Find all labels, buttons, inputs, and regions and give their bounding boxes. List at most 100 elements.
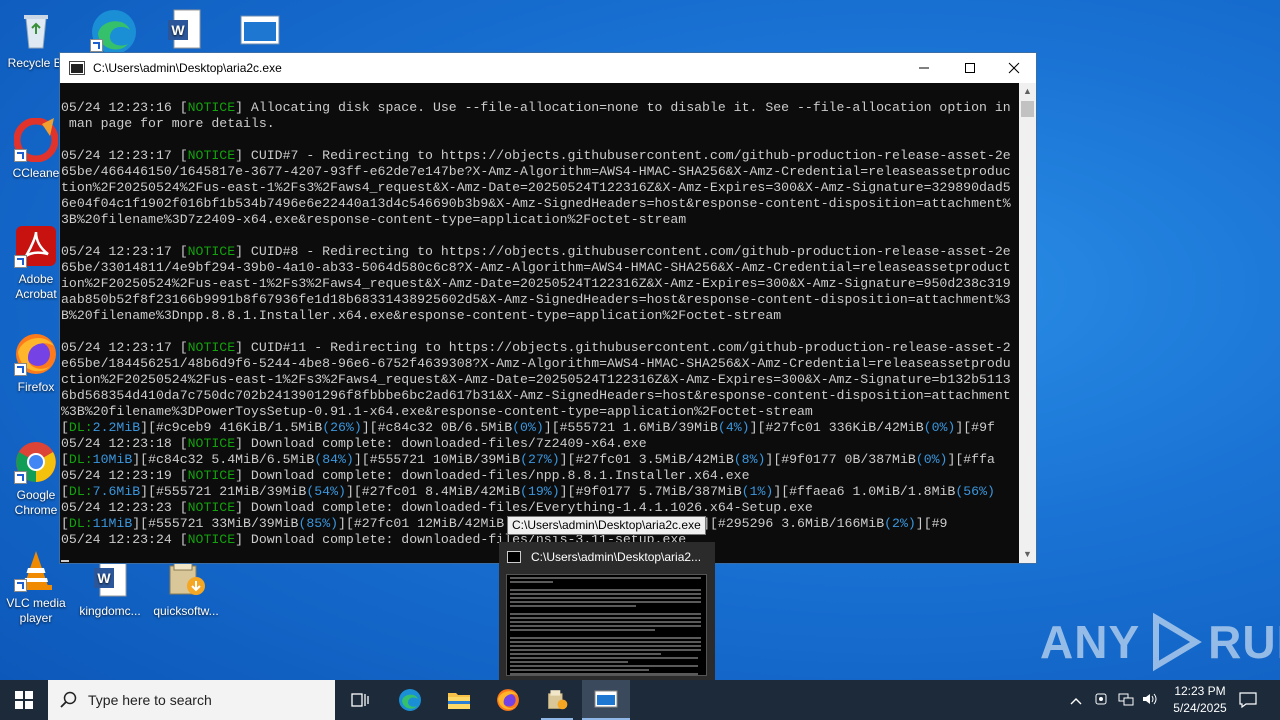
console-text-segment: [ xyxy=(61,516,69,531)
console-text-segment: ][#555721 33MiB/39MiB xyxy=(132,516,299,531)
close-button[interactable] xyxy=(991,53,1037,83)
console-text-segment: (1%) xyxy=(741,484,774,499)
thumbnail-line xyxy=(510,649,702,651)
console-text-segment: #c84c32 0B/6.5MiB xyxy=(377,420,513,435)
taskbar-search-box[interactable]: Type here to search xyxy=(48,680,335,720)
minimize-button[interactable] xyxy=(901,53,947,83)
thumbnail-line xyxy=(510,617,702,619)
taskbar-installer-app[interactable] xyxy=(533,680,581,720)
thumbnail-line xyxy=(510,621,702,623)
console-text-segment: (0%) xyxy=(915,452,948,467)
show-hidden-icons-icon[interactable] xyxy=(1070,693,1086,708)
svg-text:W: W xyxy=(97,570,111,586)
console-text-segment: ][#27fc01 12MiB/42MiB xyxy=(338,516,505,531)
console-line: e65be/184456251/48b6d9f6-5244-4be8-96e6-… xyxy=(61,356,1019,372)
console-text-segment: 3B%20filename%3D7z2409-x64.exe&response-… xyxy=(61,212,687,227)
console-line: 05/24 12:23:17 [NOTICE] CUID#8 - Redirec… xyxy=(61,244,1019,260)
console-line: 05/24 12:23:18 [NOTICE] Download complet… xyxy=(61,436,1019,452)
console-text-segment: 7.6MiB xyxy=(92,484,141,499)
network-icon[interactable] xyxy=(1118,692,1140,709)
console-app-icon xyxy=(69,61,85,75)
desktop-icon-edge[interactable] xyxy=(76,8,148,56)
desktop-icon-quicksoftw[interactable]: quicksoftw... xyxy=(150,556,222,619)
thumbnail-line xyxy=(510,581,553,583)
scroll-down-icon[interactable]: ▼ xyxy=(1019,546,1036,563)
taskbar-file-explorer[interactable] xyxy=(435,680,483,720)
maximize-button[interactable] xyxy=(947,53,993,83)
console-text-segment: 05/24 12:23:17 [ xyxy=(61,244,188,259)
console-text-segment: DL: xyxy=(68,420,93,435)
desktop-icon-word-doc[interactable]: W xyxy=(148,8,220,56)
console-output[interactable]: 05/24 12:23:16 [NOTICE] Allocating disk … xyxy=(60,83,1019,563)
console-text-segment: tion%2F20250524%2Fus-east-1%2Fs3%2Faws4_… xyxy=(61,180,1011,195)
maximize-icon xyxy=(965,63,975,73)
console-text-segment: 10MiB xyxy=(92,452,133,467)
console-window[interactable]: C:\Users\admin\Desktop\aria2c.exe 05/24 … xyxy=(59,52,1037,564)
anyrun-watermark: ANY RUN xyxy=(1040,612,1280,672)
console-line: 05/24 12:23:19 [NOTICE] Download complet… xyxy=(61,468,1019,484)
taskbar-thumbnail-preview[interactable]: C:\Users\admin\Desktop\aria2... xyxy=(499,542,715,680)
console-text-segment: 05/24 12:23:19 [ xyxy=(61,468,188,483)
console-text-segment: ] Download complete: downloaded-files/Ev… xyxy=(235,500,813,515)
console-text-segment: (54%) xyxy=(306,484,346,499)
preview-thumbnail-image[interactable] xyxy=(506,574,707,676)
console-text-segment: DL: xyxy=(68,452,93,467)
console-text-segment: 2.2MiB xyxy=(92,420,141,435)
thumbnail-line xyxy=(510,605,636,607)
console-text-segment: (0%) xyxy=(512,420,544,435)
console-text-segment: (26%) xyxy=(322,420,362,435)
search-placeholder: Type here to search xyxy=(88,692,212,708)
desktop-icon-kingdomc[interactable]: W kingdomc... xyxy=(74,556,146,619)
console-text-segment: 65be/466446150/1645817e-3677-4207-93ff-e… xyxy=(61,164,1011,179)
defender-icon[interactable] xyxy=(1094,692,1114,709)
desktop-icon-window-app[interactable] xyxy=(224,8,296,56)
console-line: [DL:7.6MiB][#555721 21MiB/39MiB(54%)][#2… xyxy=(61,484,1019,500)
thumbnail-line xyxy=(510,589,702,591)
console-text-segment: ion%2F20250524%2Fus-east-1%2Fs3%2Faws4_r… xyxy=(61,276,1011,291)
vertical-scrollbar[interactable]: ▲ ▼ xyxy=(1019,83,1036,563)
console-text-segment: 05/24 12:23:18 [ xyxy=(61,436,188,451)
scrollbar-thumb[interactable] xyxy=(1021,101,1034,117)
desktop-icon-label: Google Chrome xyxy=(14,488,58,517)
console-text-segment: ][#27fc01 8.4MiB/42MiB xyxy=(345,484,521,499)
console-text-segment: ][#27fc01 3.5MiB/42MiB xyxy=(559,452,734,467)
scroll-up-icon[interactable]: ▲ xyxy=(1019,83,1036,100)
console-text-segment: NOTICE xyxy=(187,100,236,115)
taskbar-firefox[interactable] xyxy=(484,680,532,720)
console-text-segment: ][ xyxy=(543,420,560,435)
console-text-segment: (56%) xyxy=(955,484,995,499)
console-text-segment: (85%) xyxy=(298,516,339,531)
console-text-segment: 6e04f04c1f1902f016bf1b534b7496e6e22440a1… xyxy=(61,196,1011,211)
thumbnail-line xyxy=(510,585,518,587)
console-text-segment: %3B%20filename%3DPowerToysSetup-0.91.1-x… xyxy=(61,404,813,419)
desktop-icon-label: quicksoftw... xyxy=(153,604,219,618)
word-document-icon: W xyxy=(162,8,206,52)
thumbnail-line xyxy=(510,641,702,643)
console-line: tion%2F20250524%2Fus-east-1%2Fs3%2Faws4_… xyxy=(61,180,1019,196)
thumbnail-line xyxy=(510,645,702,647)
chrome-icon xyxy=(14,440,58,484)
console-text-segment: ] CUID#11 - Redirecting to https://objec… xyxy=(235,340,1011,355)
taskbar-console-app[interactable] xyxy=(582,680,630,720)
taskbar-edge[interactable] xyxy=(386,680,434,720)
console-text-segment: 6bd568354d410da7c750dc702b2413901296f8fb… xyxy=(61,388,1011,403)
start-button[interactable] xyxy=(0,680,48,720)
thumbnail-line xyxy=(510,609,518,611)
window-titlebar[interactable]: C:\Users\admin\Desktop\aria2c.exe xyxy=(60,53,1036,83)
action-center-button[interactable] xyxy=(1224,680,1272,720)
console-line: 65be/466446150/1645817e-3677-4207-93ff-e… xyxy=(61,164,1019,180)
console-text-segment: 11MiB xyxy=(92,516,133,531)
window-title: C:\Users\admin\Desktop\aria2c.exe xyxy=(93,61,282,75)
console-text-segment: aab850b52f8f23166b9991b8f67936fe1d18b683… xyxy=(61,292,1011,307)
firefox-icon xyxy=(14,332,58,376)
console-line: ion%2F20250524%2Fus-east-1%2Fs3%2Faws4_r… xyxy=(61,276,1019,292)
ccleaner-icon xyxy=(13,117,59,163)
console-text-segment: 65be/33014811/4e9bf294-39b0-4a10-ab33-50… xyxy=(61,260,1011,275)
task-view-button[interactable] xyxy=(336,680,384,720)
preview-title: C:\Users\admin\Desktop\aria2... xyxy=(531,550,702,564)
console-line: 6e04f04c1f1902f016bf1b534b7496e6e22440a1… xyxy=(61,196,1019,212)
console-text-segment: [ xyxy=(61,420,69,435)
taskbar-tooltip: C:\Users\admin\Desktop\aria2c.exe xyxy=(507,516,706,535)
